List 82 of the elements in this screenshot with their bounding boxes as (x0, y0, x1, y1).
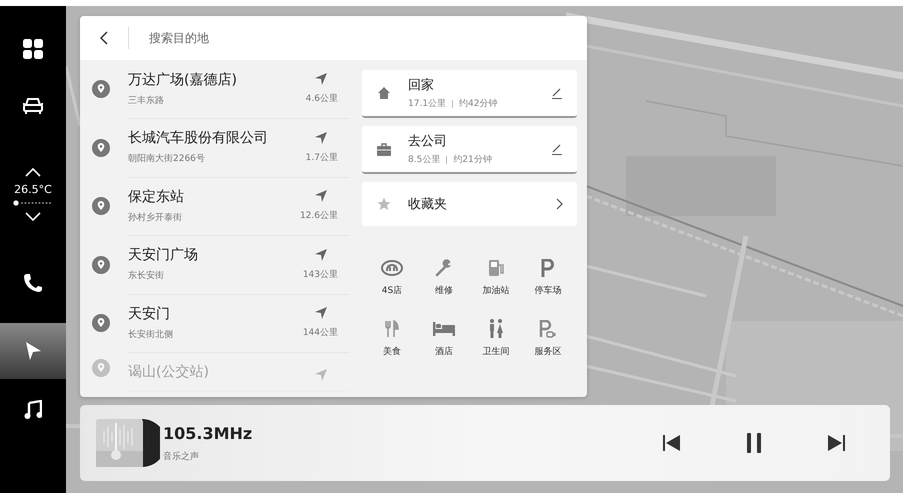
search-field[interactable]: 搜索目的地 (147, 30, 351, 46)
place-address: 东长安街 (128, 270, 165, 282)
briefcase-icon (377, 142, 391, 156)
favorites-card[interactable]: 收藏夹 (362, 182, 577, 226)
category-button[interactable]: 加油站 (470, 258, 522, 297)
eta-label: 约21分钟 (453, 154, 492, 166)
navigate-arrow-icon (314, 248, 328, 262)
phone-icon (23, 272, 43, 292)
place-address: 长安街北侧 (128, 328, 174, 341)
service-area-icon (539, 320, 557, 338)
navigate-arrow-icon (314, 189, 328, 204)
search-result[interactable]: 保定东站 孙村乡开泰街 12.6公里 (80, 177, 350, 236)
temperature-reading: 26.5°C (14, 182, 52, 196)
place-name: 长城汽车股份有限公司 (128, 129, 269, 148)
station-frequency: 105.3MHz (163, 424, 254, 442)
distance-label: 1.7公里 (306, 152, 338, 164)
place-address: 三丰东路 (128, 94, 165, 107)
brand-emblem-icon (381, 260, 403, 276)
wrench-icon (435, 259, 453, 277)
location-pin-icon (92, 314, 110, 332)
next-icon (827, 435, 845, 451)
search-result[interactable]: 天安门 长安街北侧 144公里 (80, 294, 350, 352)
shortcut-title: 去公司 (408, 133, 448, 150)
previous-icon (663, 435, 681, 451)
navigate-arrow-icon (314, 368, 328, 382)
fuel-pump-icon (488, 259, 504, 277)
category-button[interactable]: 维修 (418, 258, 470, 297)
distance-label: 8.5公里 (408, 154, 440, 166)
album-art-drawing (96, 419, 160, 467)
home-icon (377, 86, 391, 100)
distance-label: 144公里 (302, 326, 338, 340)
distance-label: 143公里 (302, 268, 338, 281)
distance-label: 4.6公里 (306, 92, 338, 106)
navigate-arrow-icon (314, 130, 328, 145)
place-address: 朝阳南大街2266号 (128, 152, 206, 166)
place-name: 万达广场(嘉德店) (128, 70, 238, 89)
back-icon (100, 31, 108, 45)
place-address: 孙村乡开泰街 (128, 212, 183, 224)
shortcut-title: 收藏夹 (408, 196, 448, 213)
search-result[interactable]: 万达广场(嘉德店) 三丰东路 4.6公里 (80, 60, 350, 118)
car-icon (22, 96, 44, 116)
navigate-arrow-icon (314, 306, 328, 320)
location-pin-icon (92, 138, 110, 157)
category-button[interactable]: 4S店 (366, 258, 418, 297)
distance-label: 17.1公里 (408, 98, 446, 110)
apps-icon (23, 38, 43, 58)
star-icon (377, 197, 391, 211)
category-button[interactable]: 卫生间 (470, 319, 522, 358)
parking-icon (541, 259, 555, 277)
sidebar-item[interactable] (0, 323, 66, 379)
place-name: 保定东站 (128, 188, 185, 206)
chevron-right-icon (556, 198, 563, 210)
place-name: 天安门广场 (128, 246, 199, 264)
temperature-down-button[interactable] (23, 210, 43, 224)
location-pin-icon (92, 80, 110, 98)
eta-label: 约42分钟 (459, 98, 498, 110)
music-note-icon (24, 400, 42, 420)
search-result[interactable]: 长城汽车股份有限公司 朝阳南大街2266号 1.7公里 (80, 118, 350, 177)
restroom-icon (488, 319, 504, 339)
search-result[interactable]: 天安门广场 东长安街 143公里 (80, 236, 350, 294)
location-pin-icon (92, 197, 110, 216)
place-name: 谒山(公交站) (128, 362, 210, 380)
bed-icon (433, 322, 455, 336)
pause-icon (745, 432, 763, 454)
program-name: 音乐之声 (163, 450, 200, 462)
shortcut-card[interactable]: 去公司 8.5公里 约21分钟 (362, 126, 577, 174)
fan-speed-icon (13, 200, 53, 206)
category-button[interactable]: 酒店 (418, 319, 470, 358)
shortcut-card[interactable]: 回家 17.1公里 约42分钟 (362, 70, 577, 118)
distance-label: 12.6公里 (300, 210, 338, 222)
location-pin-icon (92, 358, 110, 376)
place-name: 天安门 (128, 304, 171, 323)
location-pin-icon (92, 256, 110, 274)
navigation-arrow-icon (24, 341, 42, 361)
edit-icon[interactable] (551, 143, 563, 155)
edit-icon[interactable] (551, 87, 563, 99)
category-button[interactable]: 服务区 (522, 319, 574, 358)
category-button[interactable]: 停车场 (522, 258, 574, 297)
navigate-arrow-icon (314, 72, 328, 86)
shortcut-title: 回家 (408, 77, 435, 94)
fork-knife-icon (385, 320, 399, 338)
category-button[interactable]: 美食 (366, 319, 418, 358)
